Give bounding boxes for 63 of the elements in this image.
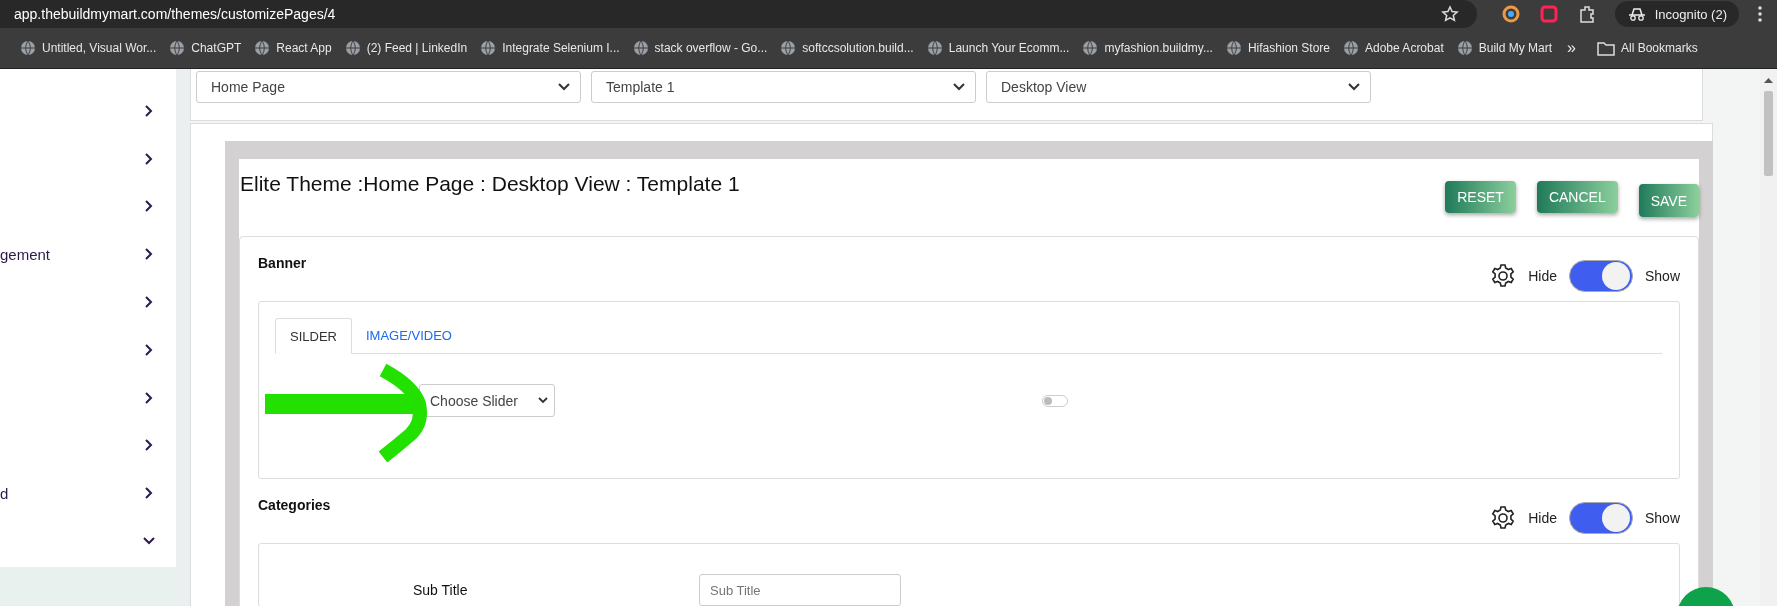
globe-icon bbox=[254, 40, 271, 56]
bookmark-link[interactable]: Build My Mart bbox=[1456, 40, 1553, 56]
text-input[interactable]: Sub Title bbox=[699, 574, 901, 606]
globe-icon bbox=[169, 40, 186, 56]
bookmark-link[interactable]: Adobe Acrobat bbox=[1343, 40, 1444, 56]
dropdown-select[interactable]: Home Page bbox=[196, 71, 581, 103]
dropdown-select[interactable]: Template 1 bbox=[591, 71, 976, 103]
globe-icon bbox=[1343, 40, 1359, 56]
bookmark-link[interactable]: softccsolution.build... bbox=[780, 40, 914, 56]
globe-icon bbox=[780, 40, 797, 56]
dropdown-select[interactable]: Desktop View bbox=[986, 71, 1371, 103]
bookmark-link[interactable]: Untitled, Visual Wor... bbox=[20, 40, 157, 56]
show-label: Show bbox=[1644, 510, 1680, 526]
globe-icon bbox=[480, 40, 497, 56]
bookmark-link[interactable]: Integrate Selenium I... bbox=[480, 40, 620, 56]
folder-icon bbox=[1597, 40, 1615, 56]
bookmark-star-icon[interactable] bbox=[1440, 5, 1459, 23]
hide-label: Hide bbox=[1528, 268, 1557, 284]
field-label: Sub Title bbox=[413, 582, 469, 598]
visibility-toggle[interactable] bbox=[1568, 260, 1633, 292]
scrollbar[interactable] bbox=[1760, 69, 1777, 606]
settings-icon[interactable] bbox=[1490, 505, 1517, 531]
more-menu-icon[interactable] bbox=[1757, 5, 1763, 23]
bookmark-link[interactable]: stack overflow - Go... bbox=[632, 40, 768, 56]
tab[interactable]: SILDER bbox=[275, 318, 352, 354]
globe-icon bbox=[1225, 40, 1242, 56]
scroll-up-icon[interactable] bbox=[1764, 77, 1773, 83]
show-label: Show bbox=[1644, 268, 1680, 284]
globe-icon bbox=[632, 40, 649, 56]
editor-title: Elite Theme :Home Page : Desktop View : Template 1 bbox=[239, 172, 740, 196]
globe-icon bbox=[344, 40, 361, 56]
more-bookmarks-button[interactable]: » bbox=[1567, 39, 1576, 57]
scrollbar-thumb[interactable] bbox=[1764, 91, 1773, 176]
sidebar-item[interactable]: d bbox=[0, 469, 176, 518]
globe-icon bbox=[20, 40, 36, 56]
url-text: app.thebuildmymart.com/themes/customizePages/4 bbox=[14, 6, 337, 22]
bookmark-link[interactable]: (2) Feed | LinkedIn bbox=[344, 40, 468, 56]
incognito-icon bbox=[1626, 7, 1647, 21]
bookmark-link[interactable]: ChatGPT bbox=[169, 40, 242, 56]
bookmark-link[interactable]: Launch Your Ecomm... bbox=[926, 40, 1070, 56]
bookmark-link[interactable]: React App bbox=[254, 40, 332, 56]
sidebar-item[interactable]: gement bbox=[0, 230, 176, 279]
extension-icon[interactable] bbox=[1538, 4, 1559, 24]
visibility-toggle[interactable] bbox=[1568, 502, 1633, 534]
slider-select[interactable]: Choose Slider bbox=[419, 384, 555, 417]
bookmark-link[interactable]: Hifashion Store bbox=[1225, 40, 1330, 56]
bookmark-link[interactable]: myfashion.buildmy... bbox=[1082, 40, 1213, 56]
globe-icon bbox=[926, 40, 943, 56]
section-title: Categories bbox=[258, 497, 331, 515]
caret-icon bbox=[558, 83, 570, 91]
settings-icon[interactable] bbox=[1490, 263, 1517, 289]
address-bar[interactable]: app.thebuildmymart.com/themes/customizePages/4 bbox=[0, 0, 1477, 28]
globe-icon bbox=[1456, 40, 1473, 56]
all-bookmarks-button[interactable]: All Bookmarks bbox=[1597, 40, 1698, 56]
tab[interactable]: IMAGE/VIDEO bbox=[351, 318, 466, 353]
globe-icon bbox=[1082, 40, 1099, 56]
caret-icon bbox=[1348, 83, 1360, 91]
extension-icon[interactable] bbox=[1500, 4, 1521, 24]
profile-button[interactable]: Incognito (2) bbox=[1614, 1, 1739, 27]
caret-icon bbox=[538, 397, 548, 404]
section-title: Banner bbox=[258, 255, 307, 273]
hide-label: Hide bbox=[1528, 510, 1557, 526]
caret-icon bbox=[953, 83, 965, 91]
